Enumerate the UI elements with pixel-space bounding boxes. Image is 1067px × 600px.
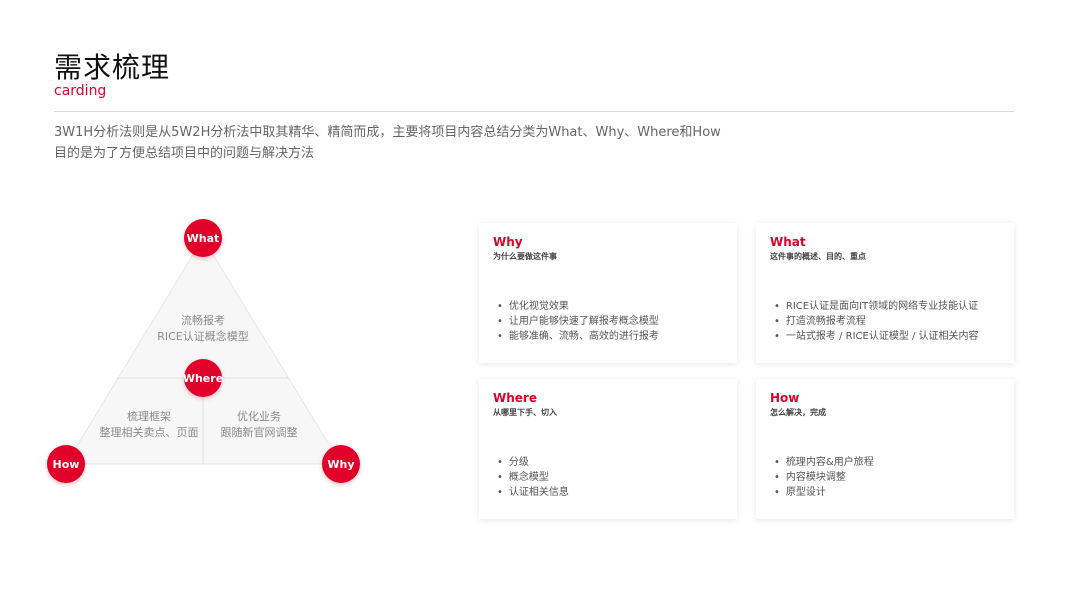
card-title: Why [493,235,523,249]
card-why: Why 为什么要做这件事 优化视觉效果 让用户能够快速了解报考概念模型 能够准确… [479,223,737,363]
list-item: 打造流畅报考流程 [770,314,979,329]
node-where: Where [183,359,223,397]
card-title: What [770,235,806,249]
card-list: 梳理内容&用户旅程 内容模块调整 原型设计 [770,455,874,500]
card-how: How 怎么解决，完成 梳理内容&用户旅程 内容模块调整 原型设计 [756,379,1014,519]
card-subtitle: 怎么解决，完成 [770,408,826,417]
card-subtitle: 从哪里下手、切入 [493,408,557,417]
list-item: 优化视觉效果 [493,299,659,314]
left-zone-text: 梳理框架 整理相关卖点、页面 [93,409,205,441]
list-item: 一站式报考 / RICE认证模型 / 认证相关内容 [770,329,979,344]
card-subtitle: 为什么要做这件事 [493,252,557,261]
list-item: 分级 [493,455,569,470]
list-item: 内容模块调整 [770,470,874,485]
card-where: Where 从哪里下手、切入 分级 概念模型 认证相关信息 [479,379,737,519]
node-what: What [184,219,222,257]
card-what: What 这件事的概述、目的、重点 RICE认证是面向IT领域的网络专业技能认证… [756,223,1014,363]
list-item: 梳理内容&用户旅程 [770,455,874,470]
node-how: How [47,445,85,483]
triangle-diagram: 流畅报考 RICE认证概念模型 梳理框架 整理相关卖点、页面 优化业务 跟随新官… [0,0,420,600]
list-item: 能够准确、流畅、高效的进行报考 [493,329,659,344]
zone-line: 梳理框架 [127,410,171,423]
zone-line: 优化业务 [237,410,281,423]
card-subtitle: 这件事的概述、目的、重点 [770,252,866,261]
list-item: 原型设计 [770,485,874,500]
card-list: 优化视觉效果 让用户能够快速了解报考概念模型 能够准确、流畅、高效的进行报考 [493,299,659,344]
list-item: RICE认证是面向IT领域的网络专业技能认证 [770,299,979,314]
card-list: 分级 概念模型 认证相关信息 [493,455,569,500]
zone-line: 整理相关卖点、页面 [99,426,199,439]
card-list: RICE认证是面向IT领域的网络专业技能认证 打造流畅报考流程 一站式报考 / … [770,299,979,344]
node-why: Why [322,445,360,483]
triangle-shape [65,237,342,465]
list-item: 认证相关信息 [493,485,569,500]
card-title: How [770,391,800,405]
zone-line: RICE认证概念模型 [157,330,249,343]
top-zone-text: 流畅报考 RICE认证概念模型 [153,313,253,345]
zone-line: 流畅报考 [181,314,225,327]
list-item: 概念模型 [493,470,569,485]
list-item: 让用户能够快速了解报考概念模型 [493,314,659,329]
card-title: Where [493,391,537,405]
right-zone-text: 优化业务 跟随新官网调整 [206,409,312,441]
zone-line: 跟随新官网调整 [220,426,298,439]
